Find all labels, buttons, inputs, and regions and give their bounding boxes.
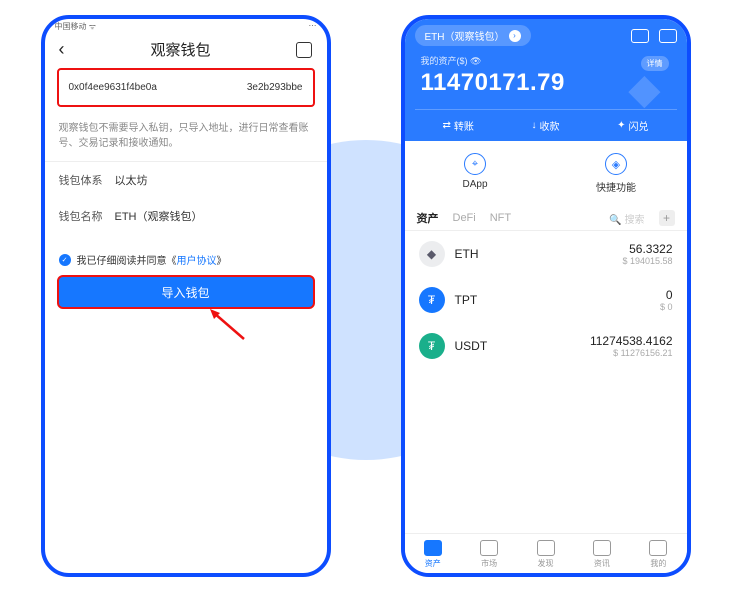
card-icon[interactable] <box>659 29 677 43</box>
chevron-right-icon: › <box>509 30 521 42</box>
token-icon: ₮ <box>419 333 445 359</box>
phone-right: ETH（观察钱包） › ◆ 详情 我的资产($) 👁 11470171.79 ⇄… <box>401 15 691 577</box>
address-start: 0x0f4ee9631f4be0a <box>69 82 157 93</box>
asset-row[interactable]: ◆ ETH56.3322$ 194015.58 <box>405 231 687 277</box>
annotation-arrow-icon <box>206 307 246 341</box>
agree-suffix: 》 <box>217 256 227 267</box>
page-title: 观察钱包 <box>150 39 210 60</box>
news-icon <box>593 540 611 556</box>
checkbox-checked-icon[interactable]: ✓ <box>59 254 71 266</box>
status-right: ⋯ <box>309 21 317 33</box>
scan-icon[interactable] <box>296 42 312 58</box>
wallet-icon <box>424 540 442 556</box>
swap-button[interactable]: ✦ 闪兑 <box>589 110 676 141</box>
dapp-button[interactable]: ⌖ DApp <box>405 141 546 206</box>
token-icon: ₮ <box>419 287 445 313</box>
tab-assets[interactable]: 资产 <box>417 210 439 226</box>
chart-icon <box>480 540 498 556</box>
token-fiat: $ 194015.58 <box>622 256 672 266</box>
shortcut-button[interactable]: ◈ 快捷功能 <box>546 141 687 206</box>
status-carrier: 中国移动 ᯤ <box>55 21 97 33</box>
token-amount: 56.3322 <box>622 242 672 256</box>
bottom-nav: 资产 市场 发现 资讯 我的 <box>405 533 687 573</box>
token-fiat: $ 11276156.21 <box>590 348 673 358</box>
quick-row: ⌖ DApp ◈ 快捷功能 <box>405 141 687 206</box>
tab-nft[interactable]: NFT <box>490 212 511 224</box>
nav-news[interactable]: 资讯 <box>574 534 630 573</box>
chain-label: 钱包体系 <box>59 172 103 188</box>
nav-assets[interactable]: 资产 <box>405 534 461 573</box>
user-agreement-link[interactable]: 用户协议 <box>177 256 217 267</box>
transfer-button[interactable]: ⇄ 转账 <box>415 110 502 141</box>
scan-icon[interactable] <box>631 29 649 43</box>
chain-value: 以太坊 <box>115 172 148 188</box>
status-bar: 中国移动 ᯤ ⋯ <box>45 19 327 35</box>
compass-icon <box>537 540 555 556</box>
tab-defi[interactable]: DeFi <box>453 212 476 224</box>
back-icon[interactable]: ‹ <box>59 39 65 60</box>
phone-left: 中国移动 ᯤ ⋯ ‹ 观察钱包 0x0f4ee9631f4be0a 3e2b29… <box>41 15 331 577</box>
token-icon: ◆ <box>419 241 445 267</box>
token-amount: 11274538.4162 <box>590 334 673 348</box>
token-fiat: $ 0 <box>660 302 673 312</box>
token-symbol: USDT <box>455 339 590 353</box>
balance-label: 我的资产($) 👁 <box>421 54 671 67</box>
action-row: ⇄ 转账 ↓ 收款 ✦ 闪兑 <box>415 109 677 141</box>
description-text: 观察钱包不需要导入私钥，只导入地址，进行日常查看账号、交易记录和接收通知。 <box>45 117 327 162</box>
asset-tabs: 资产 DeFi NFT 🔍 搜索 + <box>405 206 687 231</box>
search-input[interactable]: 🔍 搜索 <box>609 211 644 226</box>
user-icon <box>649 540 667 556</box>
asset-row[interactable]: ₮ TPT0$ 0 <box>405 277 687 323</box>
receive-button[interactable]: ↓ 收款 <box>502 110 589 141</box>
nav-market[interactable]: 市场 <box>461 534 517 573</box>
wallet-name-row: 钱包名称 ETH（观察钱包） <box>45 198 327 234</box>
diamond-icon: ◈ <box>605 153 627 175</box>
token-amount: 0 <box>660 288 673 302</box>
agreement-row[interactable]: ✓ 我已仔细阅读并同意《用户协议》 <box>45 234 327 275</box>
add-token-button[interactable]: + <box>659 210 675 226</box>
asset-list: ◆ ETH56.3322$ 194015.58 ₮ TPT0$ 0 ₮ USDT11274… <box>405 231 687 533</box>
import-wallet-label: 导入钱包 <box>161 284 209 301</box>
eth-ghost-icon: ◆ <box>628 64 660 113</box>
token-symbol: TPT <box>455 293 660 307</box>
agree-prefix: 我已仔细阅读并同意《 <box>77 256 177 267</box>
wallet-name-label: 钱包名称 <box>59 208 103 224</box>
chain-row: 钱包体系 以太坊 <box>45 162 327 198</box>
nav-me[interactable]: 我的 <box>630 534 686 573</box>
wallet-selector[interactable]: ETH（观察钱包） › <box>415 25 531 46</box>
eye-icon[interactable]: 👁 <box>470 56 481 66</box>
token-symbol: ETH <box>455 247 623 261</box>
address-end: 3e2b293bbe <box>247 82 303 93</box>
asset-row[interactable]: ₮ USDT11274538.4162$ 11276156.21 <box>405 323 687 369</box>
address-input[interactable]: 0x0f4ee9631f4be0a 3e2b293bbe <box>57 68 315 107</box>
wallet-selector-label: ETH（观察钱包） <box>425 28 505 43</box>
wallet-header: ETH（观察钱包） › ◆ 详情 我的资产($) 👁 11470171.79 ⇄… <box>405 19 687 141</box>
import-wallet-button[interactable]: 导入钱包 <box>57 275 315 309</box>
balance-card: ◆ 详情 我的资产($) 👁 11470171.79 <box>415 46 677 109</box>
nav-discover[interactable]: 发现 <box>517 534 573 573</box>
wallet-name-value: ETH（观察钱包） <box>115 208 203 224</box>
compass-icon: ⌖ <box>464 153 486 175</box>
nav-bar: ‹ 观察钱包 <box>45 35 327 68</box>
